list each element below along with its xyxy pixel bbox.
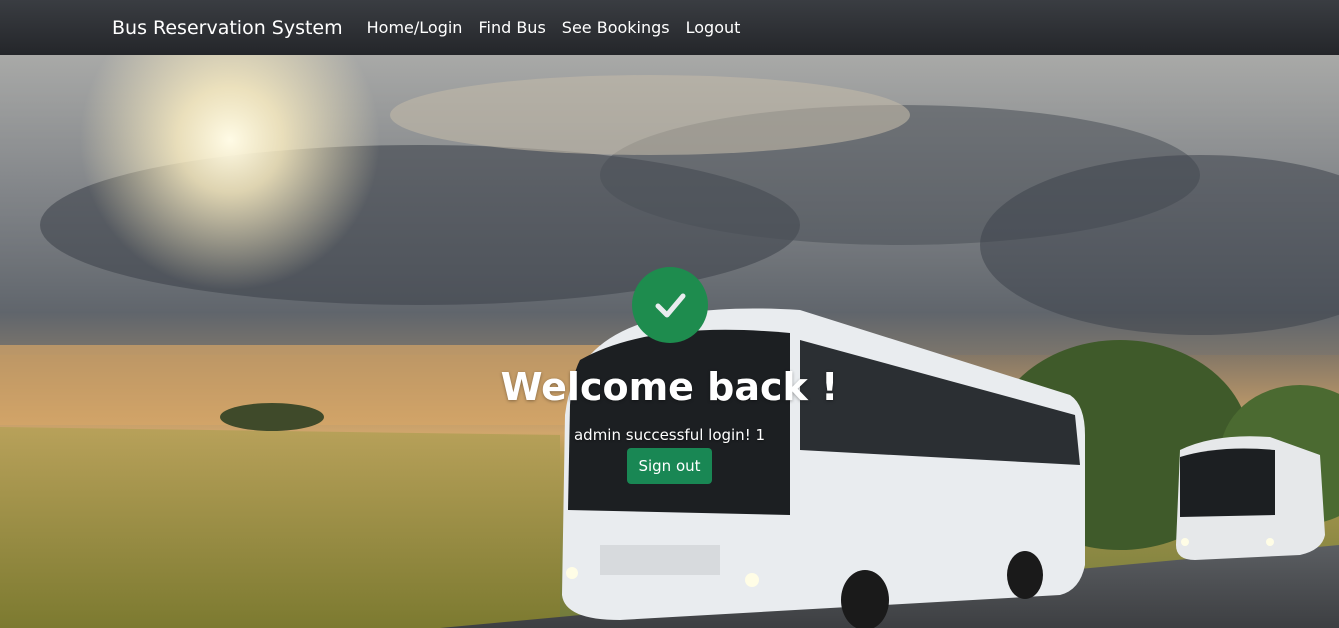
navbar: Bus Reservation System Home/Login Find B… [0, 0, 1339, 55]
login-success-message: admin successful login! 1 [573, 426, 766, 444]
nav-find-bus[interactable]: Find Bus [478, 18, 545, 37]
nav-see-bookings[interactable]: See Bookings [562, 18, 670, 37]
success-check-icon [632, 267, 708, 343]
sign-out-button[interactable]: Sign out [627, 448, 712, 484]
nav-home-login[interactable]: Home/Login [367, 18, 463, 37]
welcome-panel: Welcome back ! admin successful login! 1… [0, 55, 1339, 628]
brand-link[interactable]: Bus Reservation System [112, 17, 343, 39]
check-icon [655, 293, 686, 318]
welcome-heading: Welcome back ! [500, 365, 839, 409]
nav-logout[interactable]: Logout [686, 18, 741, 37]
nav-links: Home/Login Find Bus See Bookings Logout [367, 18, 741, 37]
